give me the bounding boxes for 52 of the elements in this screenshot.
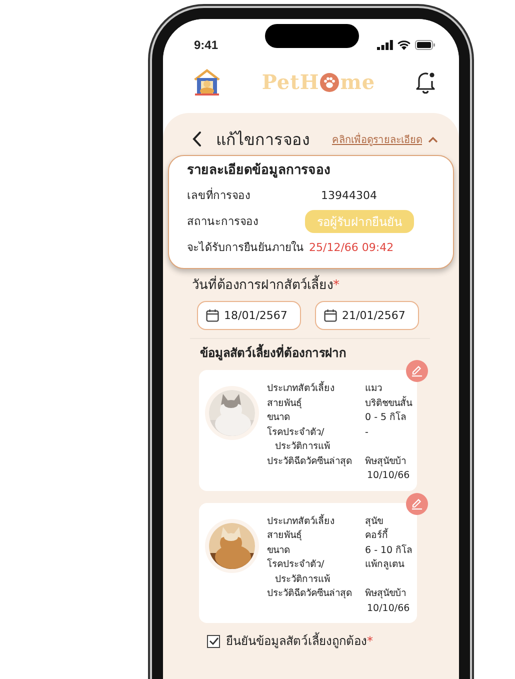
card-heading: รายละเอียดข้อมูลการจอง (187, 162, 331, 180)
field-value: แพ้กลูเตน (365, 558, 406, 572)
check-icon (208, 637, 218, 645)
date-field[interactable]: 18/01/2567 (197, 301, 301, 330)
field-value: 13944304 (321, 188, 377, 202)
field-label: ขนาด (267, 544, 291, 558)
field-value: คอร์กี้ (365, 529, 390, 543)
field-value: พิษสุนัขบ้า 10/10/66 (365, 587, 411, 616)
field-label: ประเภทสัตว์เลี้ยง (267, 514, 336, 528)
battery-icon (415, 40, 435, 50)
caret-up-icon[interactable] (428, 136, 438, 142)
signal-icon (377, 40, 393, 50)
deadline-value: 25/12/66 09:42 (309, 240, 394, 254)
status-badge: รอผู้รับฝากยืนยัน (305, 210, 414, 232)
calendar-icon (324, 309, 337, 322)
field-value: 0 - 5 กิโล (365, 411, 408, 425)
pencil-icon (411, 365, 423, 377)
bell-icon[interactable] (414, 70, 437, 94)
field-label: สายพันธุ์ (267, 529, 303, 543)
field-label: โรคประจำตัว/ ประวัติการแพ้ (267, 426, 331, 454)
details-link[interactable]: คลิกเพื่อดูรายละเอียด (332, 132, 422, 146)
field-label: โรคประจำตัว/ ประวัติการแพ้ (267, 558, 331, 586)
field-value: แมว (365, 382, 383, 396)
status-time: 9:41 (194, 38, 218, 52)
paw-icon (320, 72, 340, 92)
field-label: ประเภทสัตว์เลี้ยง (267, 382, 336, 396)
edit-button[interactable] (406, 360, 428, 382)
back-icon[interactable] (192, 131, 202, 147)
field-label: ประวัติฉีดวัคซีนล่าสุด (267, 587, 353, 601)
field-value: บริติชขนสั้น (365, 396, 412, 410)
field-label: ขนาด (267, 411, 291, 425)
field-value: - (365, 426, 370, 440)
required-mark: * (367, 633, 373, 649)
field-label: ประวัติฉีดวัคซีนล่าสุด (267, 454, 353, 468)
field-value: 6 - 10 กิโล (365, 544, 413, 558)
pet-house-icon[interactable] (192, 68, 222, 96)
checkbox-label: ยืนยันข้อมูลสัตว์เลี้ยงถูกต้อง (226, 633, 367, 649)
page-title: แก้ไขการจอง (216, 128, 310, 150)
calendar-icon (206, 309, 219, 322)
section-heading: ข้อมูลสัตว์เลี้ยงที่ต้องการฝาก (200, 345, 454, 361)
field-label: สถานะการจอง (187, 214, 259, 230)
wifi-icon (397, 40, 411, 50)
field-label: สายพันธุ์ (267, 396, 303, 410)
edit-button[interactable] (406, 492, 428, 514)
field-value: พิษสุนัขบ้า 10/10/66 (365, 454, 411, 483)
field-label: จะได้รับการยืนยันภายใน (187, 240, 305, 256)
required-mark: * (333, 278, 340, 293)
field-value: สุนัข (365, 514, 384, 528)
pencil-icon (411, 498, 423, 510)
field-label: เลขที่การจอง (187, 186, 251, 204)
date-field[interactable]: 21/01/2567 (315, 301, 419, 330)
checkbox[interactable] (207, 634, 220, 648)
